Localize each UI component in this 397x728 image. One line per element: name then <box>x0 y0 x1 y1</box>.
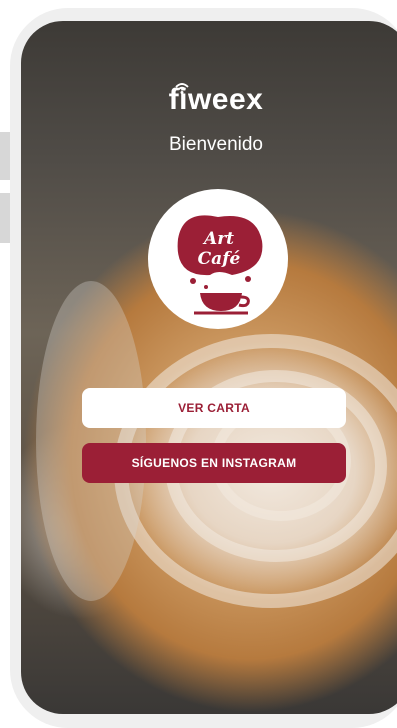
logo-text: Art Café <box>197 229 241 269</box>
wifi-icon <box>175 83 189 94</box>
latte-art-background <box>36 281 397 608</box>
brand-name: fiweex <box>168 83 264 116</box>
welcome-screen: fiweex Bienvenido Art Café VER CARTA SÍG… <box>21 21 397 714</box>
instagram-button[interactable]: SÍGUENOS EN INSTAGRAM <box>82 443 346 483</box>
welcome-text: Bienvenido <box>168 134 264 155</box>
view-menu-button[interactable]: VER CARTA <box>82 388 346 428</box>
business-logo: Art Café <box>148 189 288 329</box>
